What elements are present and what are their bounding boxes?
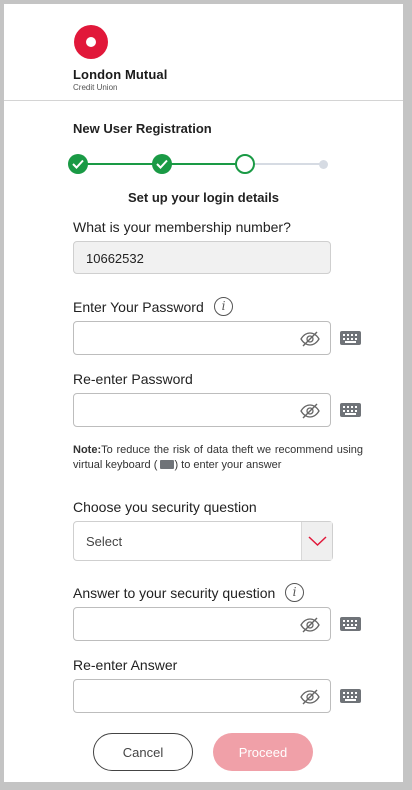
- page-title: New User Registration: [73, 121, 212, 136]
- header: London Mutual Credit Union: [4, 4, 403, 101]
- info-icon[interactable]: i: [285, 583, 304, 602]
- proceed-button[interactable]: Proceed: [213, 733, 313, 771]
- eye-slash-icon[interactable]: [300, 617, 320, 633]
- keyboard-icon[interactable]: [340, 689, 361, 703]
- membership-value: 10662532: [86, 251, 144, 266]
- step-connector: [79, 163, 163, 165]
- cancel-button[interactable]: Cancel: [93, 733, 193, 771]
- brand-subtitle: Credit Union: [73, 83, 118, 92]
- step-3-current: [235, 154, 255, 174]
- eye-slash-icon[interactable]: [300, 331, 320, 347]
- reenter-answer-input[interactable]: [73, 679, 331, 713]
- password-input[interactable]: [73, 321, 331, 355]
- keyboard-icon[interactable]: [340, 403, 361, 417]
- section-subtitle: Set up your login details: [128, 190, 279, 205]
- note-prefix: Note:: [73, 444, 102, 456]
- keyboard-icon: [160, 460, 175, 469]
- membership-field: 10662532: [73, 241, 331, 274]
- security-note: Note:To reduce the risk of data theft we…: [73, 443, 363, 473]
- security-question-label: Choose you security question: [73, 499, 257, 515]
- step-connector: [245, 163, 323, 165]
- keyboard-icon[interactable]: [340, 331, 361, 345]
- answer-label: Answer to your security question: [73, 585, 276, 601]
- reenter-answer-label: Re-enter Answer: [73, 657, 178, 673]
- step-2-complete: [152, 154, 172, 174]
- check-icon: [156, 159, 168, 169]
- brand-name: London Mutual: [73, 67, 168, 82]
- logo-icon: [74, 25, 108, 59]
- info-icon[interactable]: i: [214, 297, 233, 316]
- step-1-complete: [68, 154, 88, 174]
- password-label: Enter Your Password: [73, 299, 204, 315]
- registration-card: London Mutual Credit Union New User Regi…: [4, 4, 403, 782]
- select-arrow[interactable]: [301, 522, 332, 560]
- step-connector: [163, 163, 245, 165]
- chevron-down-icon: [308, 536, 327, 547]
- note-text-2: ) to enter your answer: [174, 459, 282, 471]
- reenter-password-input[interactable]: [73, 393, 331, 427]
- eye-slash-icon[interactable]: [300, 403, 320, 419]
- answer-input[interactable]: [73, 607, 331, 641]
- check-icon: [72, 159, 84, 169]
- reenter-password-label: Re-enter Password: [73, 371, 193, 387]
- security-question-select[interactable]: Select: [73, 521, 333, 561]
- step-4-future: [319, 160, 328, 169]
- membership-label: What is your membership number?: [73, 219, 291, 235]
- select-value: Select: [86, 534, 123, 549]
- eye-slash-icon[interactable]: [300, 689, 320, 705]
- keyboard-icon[interactable]: [340, 617, 361, 631]
